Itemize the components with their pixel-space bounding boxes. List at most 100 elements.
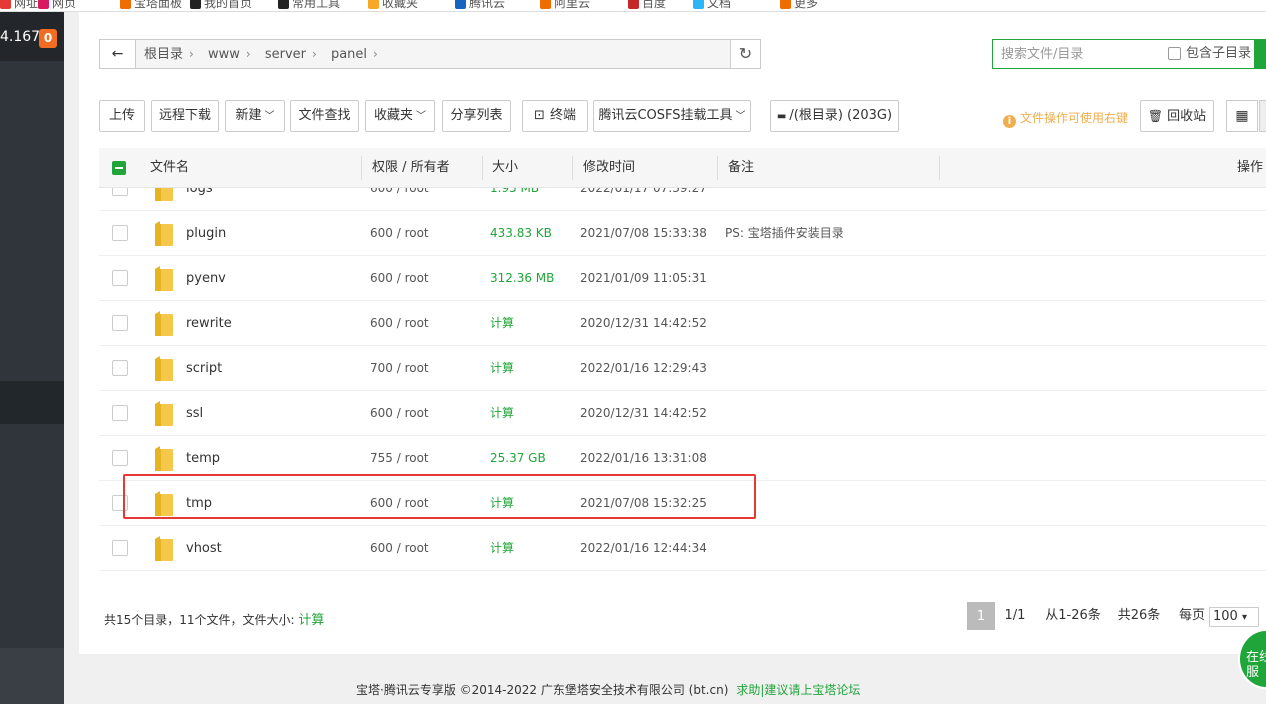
- column-divider: [482, 156, 483, 180]
- row-checkbox[interactable]: [112, 270, 128, 286]
- alert-badge[interactable]: 0: [39, 29, 57, 48]
- table-row[interactable]: script 700 / root 计算 2022/01/16 12:29:43: [99, 346, 1266, 391]
- table-row[interactable]: pyenv 600 / root 312.36 MB 2021/01/09 11:05…: [99, 256, 1266, 301]
- file-permission[interactable]: 600 / root: [370, 526, 429, 571]
- favorites-dropdown-button[interactable]: 收藏夹 ﹀: [365, 100, 435, 132]
- folder-icon: [154, 401, 174, 427]
- row-checkbox[interactable]: [112, 315, 128, 331]
- bookmark-item[interactable]: 收藏夹: [368, 0, 418, 10]
- select-all-checkbox[interactable]: [112, 161, 126, 175]
- file-size[interactable]: 计算: [490, 391, 514, 436]
- include-subdir-option[interactable]: 包含子目录: [1168, 40, 1251, 68]
- chevron-right-icon: ›: [245, 47, 251, 61]
- row-checkbox[interactable]: [112, 360, 128, 376]
- bookmark-item[interactable]: 腾讯云: [455, 0, 505, 10]
- file-name[interactable]: plugin: [186, 211, 226, 256]
- file-name[interactable]: logs: [186, 188, 213, 211]
- bookmark-item[interactable]: 我的首页: [190, 0, 252, 10]
- refresh-icon[interactable]: ↻: [730, 40, 760, 68]
- column-name-header[interactable]: 文件名: [150, 148, 189, 188]
- bookmark-item[interactable]: 阿里云: [540, 0, 590, 10]
- table-row[interactable]: ssl 600 / root 计算 2020/12/31 14:42:52: [99, 391, 1266, 436]
- file-name[interactable]: pyenv: [186, 256, 226, 301]
- back-arrow-icon[interactable]: ←: [100, 40, 136, 68]
- bookmark-icon: [540, 0, 551, 9]
- row-checkbox[interactable]: [112, 225, 128, 241]
- bookmark-item[interactable]: 网址: [0, 0, 38, 10]
- bookmark-item[interactable]: 文档: [693, 0, 731, 10]
- file-permission[interactable]: 700 / root: [370, 346, 429, 391]
- folder-icon: [154, 266, 174, 292]
- breadcrumb-item[interactable]: www: [208, 47, 240, 62]
- new-dropdown-button[interactable]: 新建 ﹀: [225, 100, 285, 132]
- file-size[interactable]: 计算: [490, 301, 514, 346]
- column-size-header[interactable]: 大小: [492, 148, 518, 188]
- calc-size-link[interactable]: 计算: [298, 613, 324, 628]
- file-note[interactable]: PS: 宝塔插件安装目录: [725, 211, 844, 256]
- context-menu-tip: i 文件操作可使用右键: [1003, 108, 1128, 128]
- file-mtime: 2022/01/17 07:39:27: [580, 188, 707, 195]
- terminal-icon: ⊡: [534, 108, 545, 123]
- file-permission[interactable]: 600 / root: [370, 211, 429, 256]
- bookmark-label: 常用工具: [292, 0, 341, 10]
- file-size[interactable]: 433.83 KB: [490, 211, 552, 256]
- bookmark-item[interactable]: 更多: [780, 0, 818, 10]
- file-permission[interactable]: 600 / root: [370, 391, 429, 436]
- terminal-button[interactable]: ⊡ 终端: [522, 100, 588, 132]
- file-name[interactable]: script: [186, 346, 222, 391]
- favorites-label: 收藏夹: [373, 108, 413, 123]
- bookmark-item[interactable]: 百度: [628, 0, 666, 10]
- cosfs-dropdown-button[interactable]: 腾讯云COSFS挂载工具 ﹀: [593, 100, 751, 132]
- chevron-down-icon: ﹀: [416, 111, 426, 122]
- file-permission[interactable]: 600 / root: [370, 188, 429, 211]
- share-list-button[interactable]: 分享列表: [442, 100, 511, 132]
- list-view-button[interactable]: [1259, 100, 1266, 132]
- grid-view-icon[interactable]: ▦: [1226, 100, 1258, 132]
- column-divider: [361, 156, 362, 180]
- remote-download-button[interactable]: 远程下载: [151, 100, 219, 132]
- file-name[interactable]: rewrite: [186, 301, 232, 346]
- bookmark-item[interactable]: 宝塔面板: [120, 0, 182, 10]
- column-mtime-header[interactable]: 修改时间: [583, 148, 635, 188]
- table-row[interactable]: vhost 600 / root 计算 2022/01/16 12:44:34: [99, 526, 1266, 571]
- bookmark-item[interactable]: 常用工具: [278, 0, 340, 10]
- breadcrumb-item[interactable]: 根目录: [144, 47, 183, 62]
- sidebar-item-exit[interactable]: [0, 648, 64, 704]
- file-permission[interactable]: 600 / root: [370, 301, 429, 346]
- table-row[interactable]: rewrite 600 / root 计算 2020/12/31 14:42:52: [99, 301, 1266, 346]
- file-permission[interactable]: 600 / root: [370, 256, 429, 301]
- folder-icon: [154, 188, 174, 202]
- search-input[interactable]: [993, 40, 1163, 68]
- bookmark-label: 更多: [794, 0, 819, 10]
- upload-button[interactable]: 上传: [99, 100, 145, 132]
- forum-link[interactable]: 求助|建议请上宝塔论坛: [736, 683, 860, 697]
- row-checkbox[interactable]: [112, 188, 128, 196]
- bookmark-item[interactable]: 网页: [38, 0, 76, 10]
- per-page-select[interactable]: 100 ▾: [1209, 607, 1259, 627]
- file-size[interactable]: 1.95 MB: [490, 188, 539, 211]
- column-perm-header[interactable]: 权限 / 所有者: [372, 148, 450, 188]
- include-subdir-checkbox[interactable]: [1168, 47, 1181, 60]
- chevron-right-icon: ›: [373, 47, 378, 61]
- file-find-button[interactable]: 文件查找: [290, 100, 359, 132]
- row-checkbox[interactable]: [112, 450, 128, 466]
- folder-icon: [154, 536, 174, 562]
- search-button[interactable]: [1254, 39, 1266, 69]
- file-name[interactable]: vhost: [186, 526, 222, 571]
- table-row[interactable]: plugin 600 / root 433.83 KB 2021/07/08 15:3…: [99, 211, 1266, 256]
- file-size[interactable]: 计算: [490, 526, 514, 571]
- row-checkbox[interactable]: [112, 405, 128, 421]
- disk-button[interactable]: ▬/(根目录) (203G): [770, 100, 899, 132]
- recycle-bin-button[interactable]: 🗑 回收站: [1140, 100, 1214, 132]
- bookmark-label: 网页: [52, 0, 77, 10]
- row-checkbox[interactable]: [112, 540, 128, 556]
- table-row[interactable]: logs 600 / root 1.95 MB 2022/01/17 07:39:27: [99, 188, 1266, 211]
- file-size[interactable]: 计算: [490, 346, 514, 391]
- breadcrumb-item[interactable]: server: [265, 47, 306, 62]
- sidebar-item-files[interactable]: [0, 381, 64, 424]
- breadcrumb-item[interactable]: panel: [331, 47, 367, 62]
- column-divider: [939, 156, 940, 180]
- page-current[interactable]: 1: [967, 602, 995, 630]
- file-size[interactable]: 312.36 MB: [490, 256, 554, 301]
- file-name[interactable]: ssl: [186, 391, 203, 436]
